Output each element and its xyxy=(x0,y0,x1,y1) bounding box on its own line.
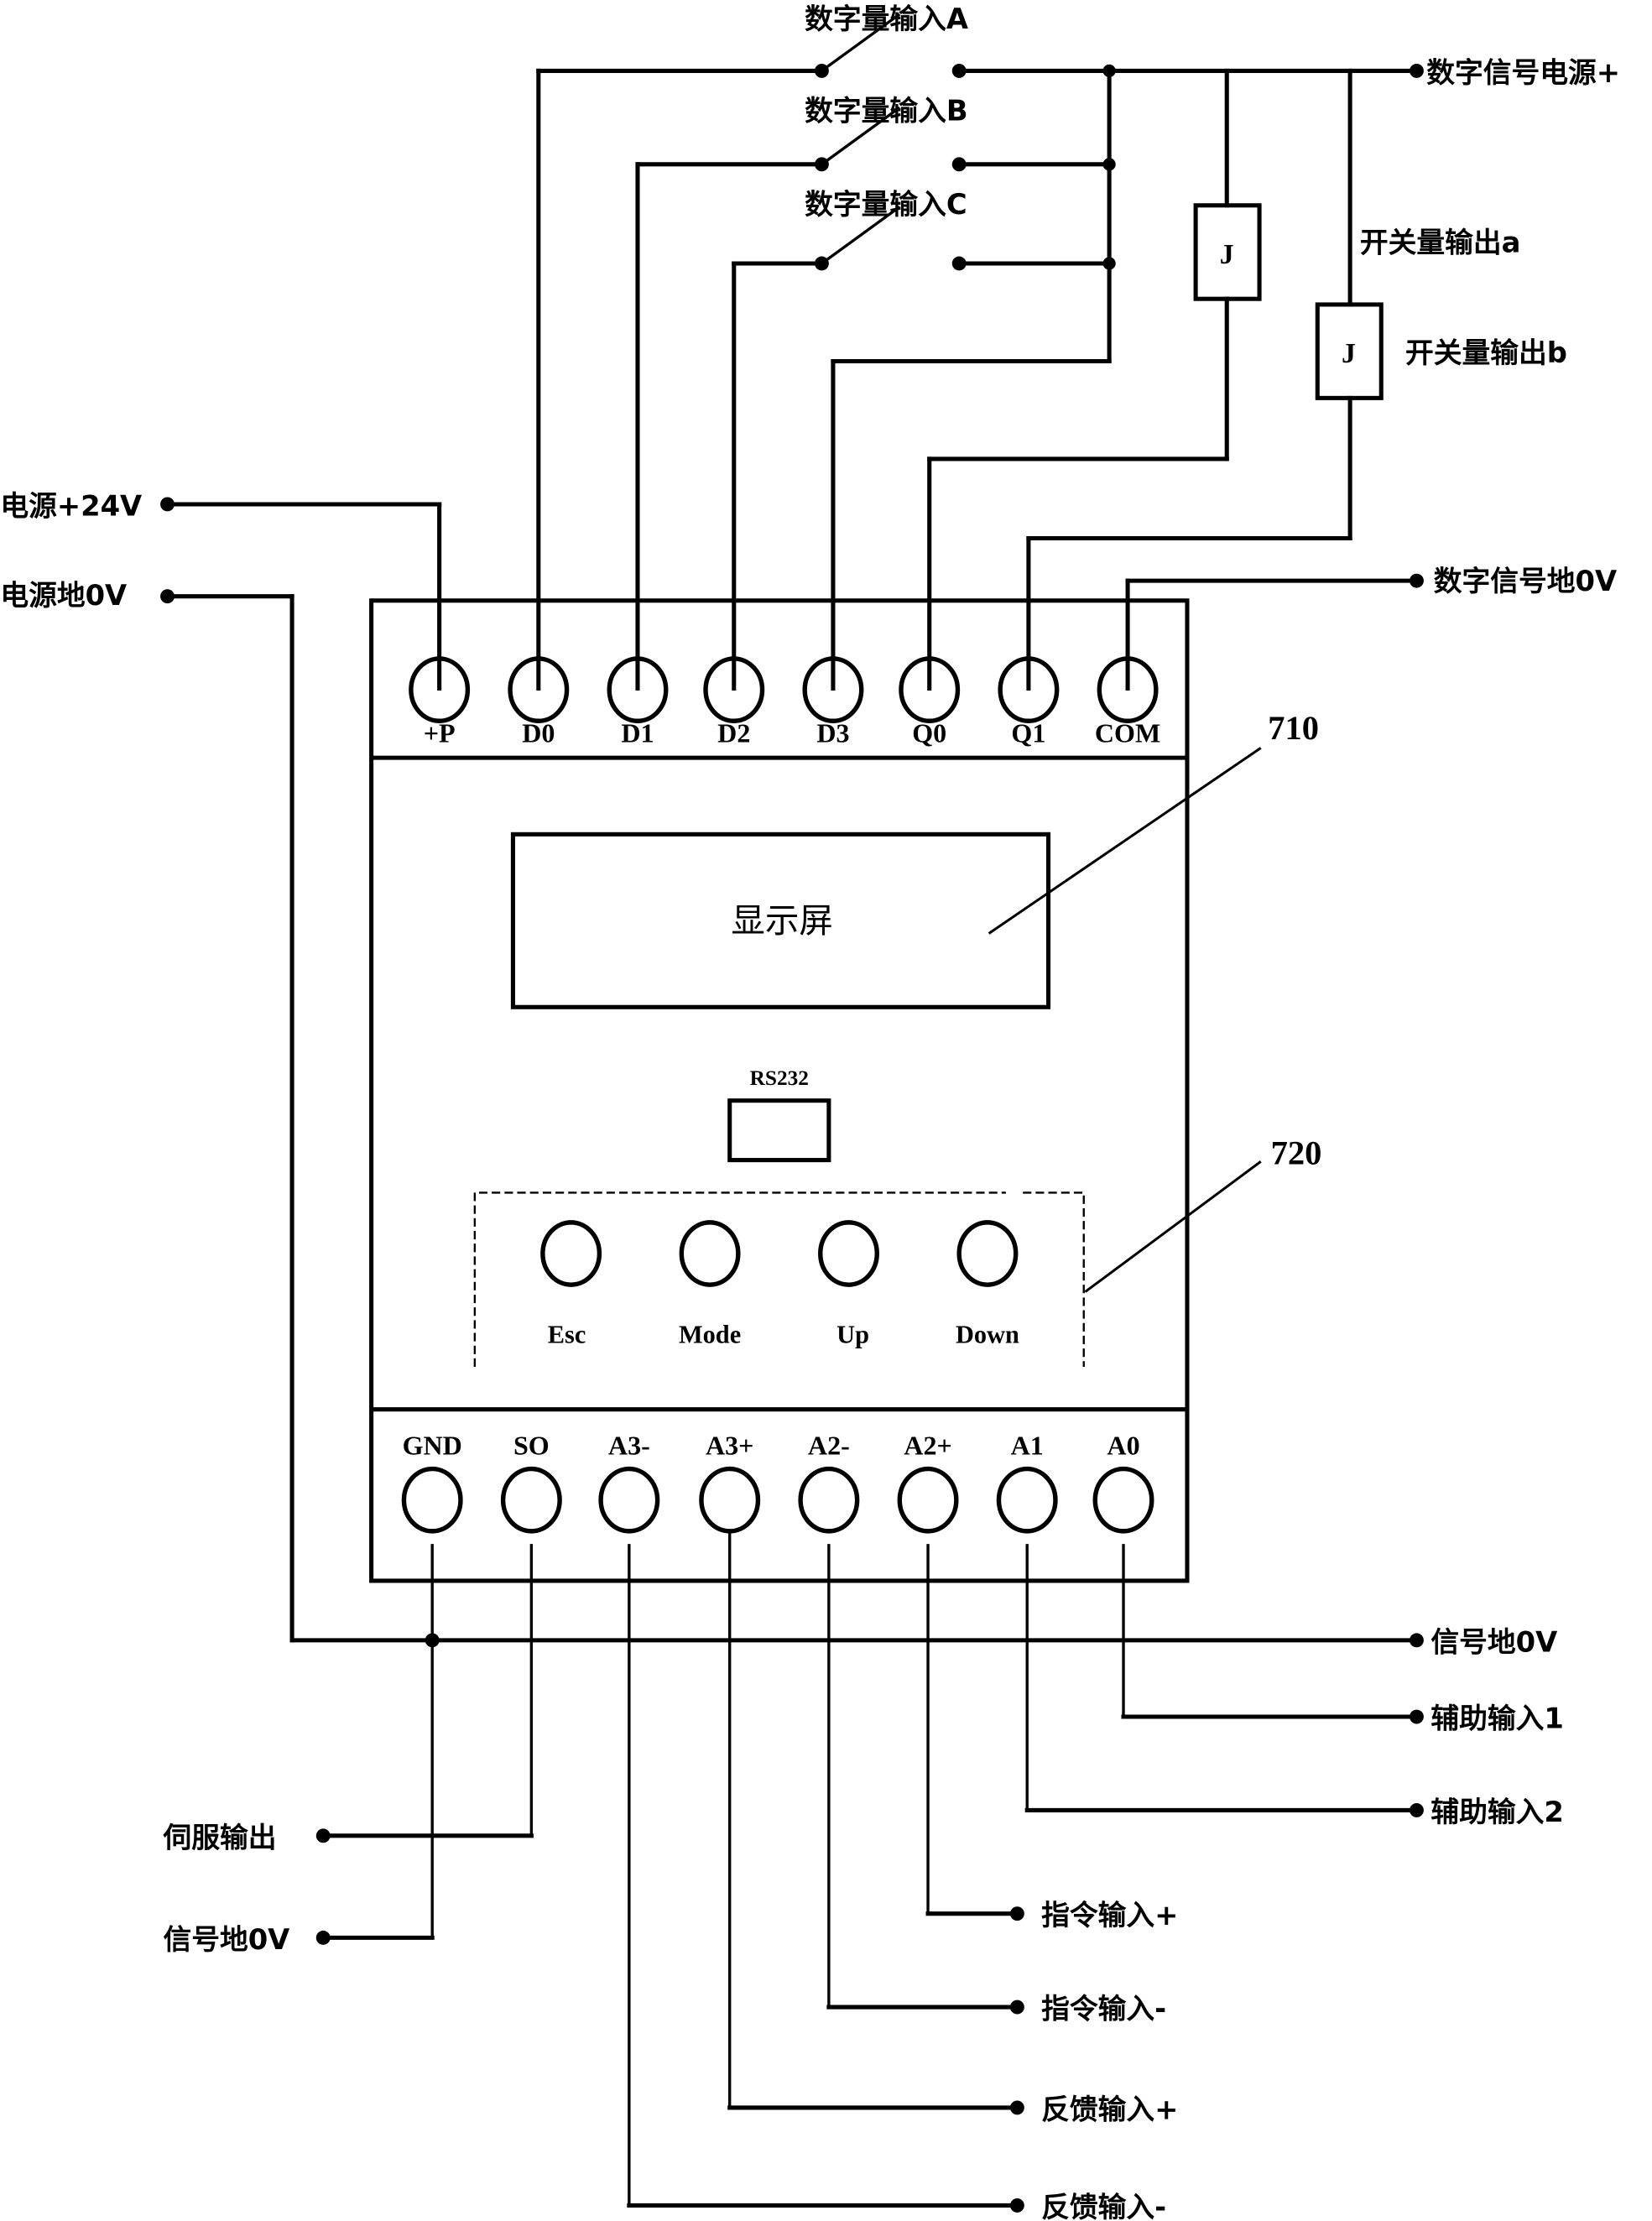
aux-input-1-label: 辅助输入1 xyxy=(1431,1702,1563,1735)
command-plus-terminal-dot xyxy=(1009,1906,1024,1921)
controller-housing xyxy=(369,598,1190,1583)
terminal-label: A2- xyxy=(808,1431,850,1461)
display-label: 显示屏 xyxy=(731,900,833,941)
button-label: Up xyxy=(836,1320,869,1348)
terminal-a2-minus[interactable]: A2- xyxy=(798,1431,860,1534)
terminal-label: Q0 xyxy=(912,718,946,748)
terminal-label: GND xyxy=(403,1431,462,1461)
command-minus-terminal-dot xyxy=(1009,1999,1024,2015)
terminal-label: A0 xyxy=(1107,1431,1139,1461)
digital-input-switches: 数字量输入A 数字量输入B 数字量输入C 数字信号电源+ xyxy=(536,3,1620,364)
terminal-d3[interactable]: D3 xyxy=(802,656,864,748)
aux-input-2-label: 辅助输入2 xyxy=(1431,1796,1563,1828)
rs232-connector[interactable] xyxy=(727,1098,831,1163)
relay-a-symbol: J xyxy=(1220,239,1234,270)
command-minus-label: 指令输入- xyxy=(1041,1993,1166,2025)
terminal-label: D3 xyxy=(816,718,849,748)
button-label: Down xyxy=(956,1320,1019,1348)
terminal-label: A2+ xyxy=(904,1431,951,1461)
digital-gnd-terminal-dot xyxy=(1410,573,1424,588)
terminal-label: D0 xyxy=(522,718,555,748)
terminal-label: D2 xyxy=(717,718,750,748)
junction-dot xyxy=(1102,158,1116,171)
power-gnd-label: 电源地0V xyxy=(0,579,127,612)
terminal-so[interactable]: SO xyxy=(500,1431,562,1534)
reference-callouts: 710 720 xyxy=(988,709,1322,1293)
bottom-terminal-strip: GND SO A3- A3+ A2- A2+ A1 A0 xyxy=(401,1431,1154,1534)
terminal-d0[interactable]: D0 xyxy=(508,656,570,748)
servo-output-terminal-dot xyxy=(315,1828,331,1843)
terminal-d2[interactable]: D2 xyxy=(703,656,765,748)
terminal-label: A1 xyxy=(1011,1431,1044,1461)
signal-gnd-left-label: 信号地0V xyxy=(163,1923,289,1956)
aux-input-2-terminal-dot xyxy=(1410,1802,1424,1817)
ref-720: 720 xyxy=(1271,1134,1322,1172)
mode-button[interactable]: Mode xyxy=(679,1220,741,1348)
terminal-label: A3- xyxy=(608,1431,650,1461)
switch-b-label: 数字量输入B xyxy=(805,94,967,127)
junction-dot xyxy=(425,1633,440,1648)
rs232-port[interactable]: RS232 xyxy=(727,1066,831,1163)
junction-dot xyxy=(1102,257,1116,270)
terminal-com[interactable]: COM xyxy=(1095,656,1160,748)
relay-a-label: 开关量输出a xyxy=(1360,226,1521,258)
keypad: Esc Mode Up Down xyxy=(473,1191,1085,1368)
junction-dot xyxy=(1102,64,1116,78)
signal-gnd-terminal-dot xyxy=(1410,1633,1424,1648)
terminal-label: D1 xyxy=(621,718,654,748)
terminal-label: Q1 xyxy=(1011,718,1045,748)
terminal-plus-p[interactable]: +P xyxy=(409,656,471,748)
feedback-minus-label: 反馈输入- xyxy=(1041,2191,1166,2221)
display-screen: 显示屏 xyxy=(510,832,1051,1009)
terminal-d1[interactable]: D1 xyxy=(607,656,669,748)
signal-gnd-left-terminal-dot xyxy=(315,1930,331,1945)
terminal-label: A3+ xyxy=(706,1431,753,1461)
signal-gnd-right-label: 信号地0V xyxy=(1431,1625,1557,1658)
power-24v-label: 电源+24V xyxy=(0,489,142,522)
terminal-a2-plus[interactable]: A2+ xyxy=(897,1431,959,1534)
button-label: Esc xyxy=(548,1320,586,1348)
feedback-plus-terminal-dot xyxy=(1009,2100,1024,2115)
relay-outputs: J 开关量输出a J 开关量输出b xyxy=(927,68,1567,541)
esc-button[interactable]: Esc xyxy=(540,1220,602,1348)
switch-a-label: 数字量输入A xyxy=(805,3,968,35)
rs232-label: RS232 xyxy=(750,1066,809,1090)
controller-outline xyxy=(369,598,1190,1583)
terminal-label: COM xyxy=(1095,718,1160,748)
terminal-q1[interactable]: Q1 xyxy=(998,656,1060,748)
servo-output-label: 伺服输出 xyxy=(162,1821,276,1853)
wiring-diagram: 数字量输入A 数字量输入B 数字量输入C 数字信号电源+ J 开关量输出a J … xyxy=(0,3,1620,2221)
command-plus-label: 指令输入+ xyxy=(1041,1899,1178,1932)
feedback-plus-label: 反馈输入+ xyxy=(1041,2093,1178,2125)
bottom-wiring: 信号地0V 辅助输入1 辅助输入2 伺服输出 信号地0V 指令输入+ 指令输入-… xyxy=(162,1530,1564,2221)
top-terminal-strip: +P D0 D1 D2 D3 Q0 Q1 COM xyxy=(409,656,1160,748)
digital-gnd-label: 数字信号地0V xyxy=(1434,565,1617,597)
digital-power-terminal-dot xyxy=(1410,63,1424,78)
terminal-q0[interactable]: Q0 xyxy=(899,656,961,748)
up-button[interactable]: Up xyxy=(818,1220,879,1348)
button-label: Mode xyxy=(679,1320,741,1348)
terminal-a3-minus[interactable]: A3- xyxy=(598,1431,660,1534)
ref-710: 710 xyxy=(1268,709,1319,747)
leader-720 xyxy=(1084,1160,1262,1293)
digital-power-label: 数字信号电源+ xyxy=(1426,56,1620,89)
feedback-minus-terminal-dot xyxy=(1009,2198,1024,2213)
aux-input-1-terminal-dot xyxy=(1410,1709,1424,1724)
terminal-label: SO xyxy=(513,1431,550,1461)
terminal-gnd[interactable]: GND xyxy=(401,1431,463,1534)
relay-b-symbol: J xyxy=(1342,338,1356,369)
terminal-a0[interactable]: A0 xyxy=(1092,1431,1154,1534)
down-button[interactable]: Down xyxy=(956,1220,1019,1348)
leader-710 xyxy=(988,747,1262,935)
terminal-a3-plus[interactable]: A3+ xyxy=(699,1431,761,1534)
terminal-label: +P xyxy=(424,718,456,748)
relay-b-label: 开关量输出b xyxy=(1405,336,1567,369)
terminal-a1[interactable]: A1 xyxy=(996,1431,1058,1534)
